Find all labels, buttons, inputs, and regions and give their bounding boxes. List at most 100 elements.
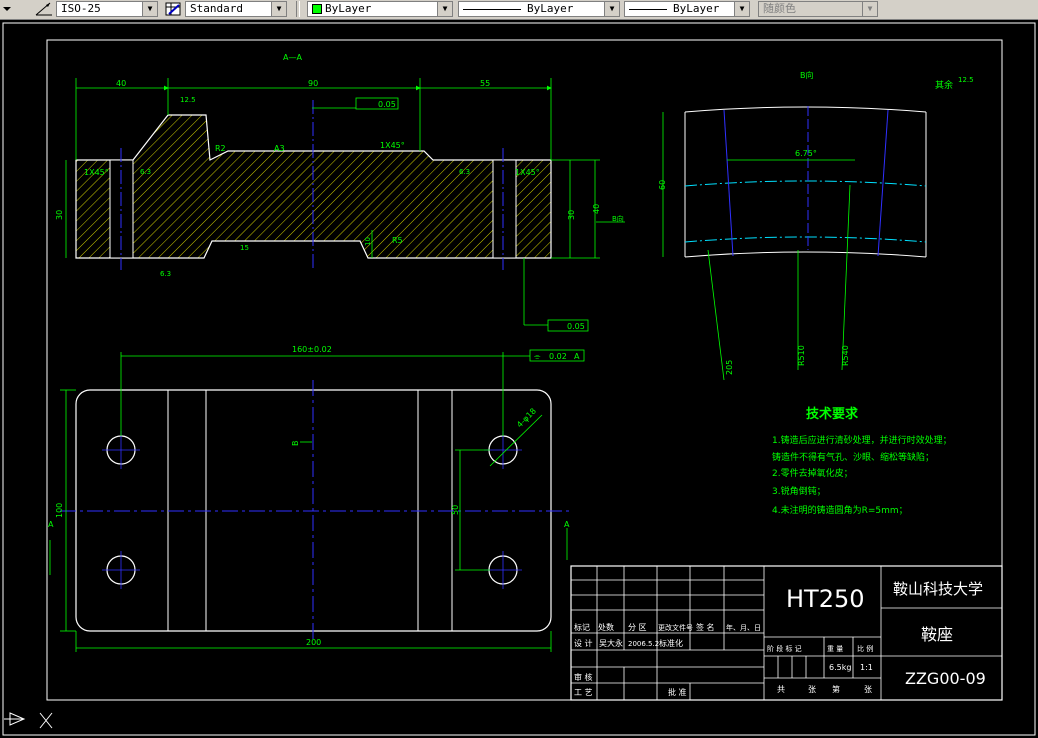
view-b-marker: B: [291, 441, 300, 447]
dimstyle-select[interactable]: ISO-25 ▼: [56, 1, 158, 17]
view-b[interactable]: B向 其余 12.5 6.75° 60 205 R510 R540: [658, 70, 974, 381]
designer-name: 吴大永: [599, 638, 623, 648]
dim-30-right: 30: [567, 210, 576, 220]
page-label: 第: [832, 684, 840, 694]
section-label: A—A: [283, 53, 302, 62]
view-b-label: B向: [800, 70, 814, 80]
table-style-icon[interactable]: [163, 1, 183, 17]
chevron-down-icon: ▼: [271, 2, 286, 16]
hdr-sign: 签 名: [696, 622, 715, 632]
dim-30-left: 30: [55, 210, 64, 220]
color-value: ByLayer: [325, 2, 372, 15]
part-name: 鞍座: [921, 625, 953, 644]
properties-toolbar: ISO-25 ▼ Standard ▼ ByLayer ▼ ByLayer ▼ …: [0, 0, 1038, 20]
tech-line-4: 3.锐角倒钝；: [772, 485, 826, 497]
hdr-doc: 更改文件号: [658, 623, 693, 632]
flatness-value-2: 0.05: [567, 322, 585, 331]
chevron-down-icon: ▼: [437, 2, 452, 16]
dim-160: 160±0.02: [292, 345, 332, 354]
radius-r510: R510: [797, 345, 806, 366]
tech-line-3: 2.零件去掉氧化皮；: [772, 467, 853, 479]
lineweight-sample: [629, 8, 667, 10]
datum-a3: A3: [274, 144, 285, 153]
color-swatch: [312, 4, 322, 14]
weight-label: 重 量: [827, 645, 843, 653]
roughness-left: 6.3: [140, 168, 151, 176]
symmetry-tol: 0.02: [549, 352, 567, 361]
symmetry-symbol: ⌯: [534, 352, 541, 361]
total-label: 共: [777, 685, 785, 694]
tablestyle-value: Standard: [190, 2, 243, 15]
std-label: 标准化: [659, 638, 683, 648]
approve-label: 批 准: [668, 687, 687, 697]
dropdown-arrow-icon[interactable]: [0, 1, 20, 17]
view-b-arrow-label: B向: [612, 214, 624, 223]
radius-r2: R2: [215, 144, 226, 153]
lineweight-select[interactable]: ByLayer ▼: [624, 1, 750, 17]
technical-requirements[interactable]: 技术要求 1.铸造后应进行清砂处理，并进行时效处理； 铸造件不得有气孔、沙眼、缩…: [772, 406, 952, 516]
chevron-down-icon: ▼: [862, 2, 877, 16]
linetype-sample: [463, 8, 521, 10]
rest-roughness-value: 12.5: [958, 76, 974, 84]
tablestyle-select[interactable]: Standard ▼: [185, 1, 287, 17]
design-date: 2006.5.2: [628, 640, 659, 648]
dim-10: 10: [364, 237, 372, 246]
radius-r5: R5: [392, 236, 403, 245]
dim-200: 200: [306, 638, 321, 647]
chamfer-left: 1X45°: [84, 168, 109, 177]
chevron-down-icon: ▼: [604, 2, 619, 16]
symmetry-ref: A: [574, 352, 580, 361]
dim-60: 60: [658, 180, 667, 190]
dim-55: 55: [480, 79, 490, 88]
top-view[interactable]: 160±0.02 ⌯ 0.02 A 4-φ18 200 100 50 B A A: [48, 345, 585, 652]
toolbar-separator: [296, 1, 300, 17]
chamfer-mid: 1X45°: [380, 141, 405, 150]
radius-r540: R540: [841, 345, 850, 366]
tech-title: 技术要求: [806, 406, 859, 422]
roughness-right: 6.3: [459, 168, 470, 176]
weight-value: 6.5kg: [829, 663, 851, 672]
linetype-value: ByLayer: [527, 2, 574, 15]
roughness-12-5: 12.5: [180, 96, 196, 104]
drawing-canvas[interactable]: A—A 40 90 55 12.5 R2 A3 0.05 1X45° 1X45°…: [0, 20, 1038, 738]
angle-dim: 6.75°: [795, 149, 817, 158]
tech-line-2: 铸造件不得有气孔、沙眼、缩松等缺陷；: [772, 451, 934, 463]
dim-100: 100: [55, 503, 64, 518]
dimension-style-icon[interactable]: [34, 1, 54, 17]
material: HT250: [786, 585, 865, 613]
plotstyle-select[interactable]: 随颜色 ▼: [758, 1, 878, 17]
title-block[interactable]: 标记 处数 分 区 更改文件号 签 名 年、月、日 设 计 吴大永 2006.5…: [570, 565, 1003, 701]
linetype-select[interactable]: ByLayer ▼: [458, 1, 620, 17]
drawing-number: ZZG00-09: [905, 669, 986, 688]
right-hole-section: [492, 159, 517, 259]
review-label: 审 核: [574, 672, 593, 682]
section-a-right: A: [564, 520, 570, 529]
scale-label: 比 例: [857, 644, 873, 653]
flatness-value: 0.05: [378, 100, 396, 109]
ucs-icon: [4, 712, 53, 729]
color-select[interactable]: ByLayer ▼: [307, 1, 453, 17]
chevron-down-icon: ▼: [734, 2, 749, 16]
roughness-bottom: 6.3: [160, 270, 171, 278]
hdr-count: 处数: [598, 622, 614, 632]
holes-callout: 4-φ18: [515, 406, 538, 429]
chevron-down-icon: ▼: [142, 2, 157, 16]
design-label: 设 计: [574, 638, 593, 648]
section-view-a[interactable]: A—A 40 90 55 12.5 R2 A3 0.05 1X45° 1X45°…: [55, 53, 625, 332]
tech-line-5: 4.未注明的铸造圆角为R=5mm；: [772, 504, 908, 516]
sheets-label: 张: [808, 685, 816, 694]
school-name: 鞍山科技大学: [893, 580, 983, 598]
stage-label: 阶 段 标 记: [767, 644, 802, 653]
plotstyle-value: 随颜色: [763, 2, 796, 15]
chamfer-right: 1X45°: [515, 168, 540, 177]
lineweight-value: ByLayer: [673, 2, 720, 15]
dim-40-height: 40: [592, 204, 601, 214]
process-label: 工 艺: [574, 688, 593, 697]
sheet-label: 张: [864, 685, 872, 694]
section-a-left: A: [48, 520, 54, 529]
tech-line-1: 1.铸造后应进行清砂处理，并进行时效处理；: [772, 434, 952, 446]
dim-90: 90: [308, 79, 318, 88]
scale-value: 1:1: [860, 663, 873, 672]
hdr-zone: 分 区: [628, 623, 647, 632]
radius-205: 205: [725, 360, 734, 375]
